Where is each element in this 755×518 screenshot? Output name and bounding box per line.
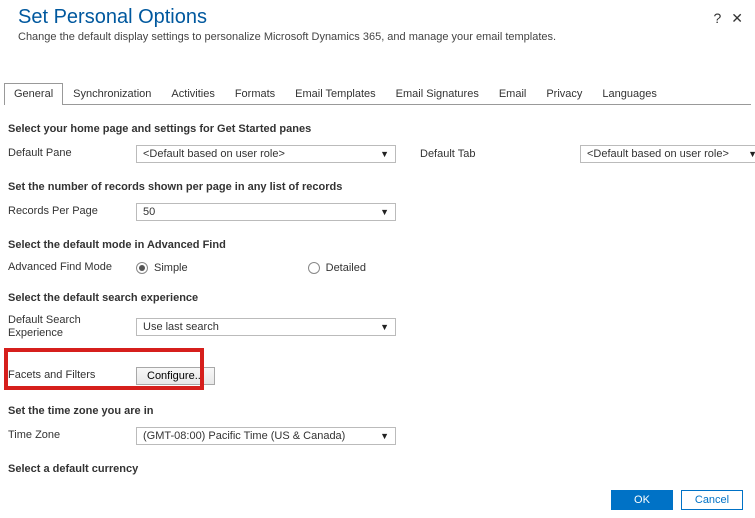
content-panel: Select your home page and settings for G… <box>0 105 755 477</box>
chevron-down-icon: ▼ <box>380 431 389 441</box>
time-zone-label: Time Zone <box>8 429 136 442</box>
dialog-subtitle: Change the default display settings to p… <box>18 31 743 43</box>
default-tab-value: <Default based on user role> <box>587 148 729 160</box>
section-records-title: Set the number of records shown per page… <box>8 181 747 193</box>
time-zone-select[interactable]: (GMT-08:00) Pacific Time (US & Canada) ▼ <box>136 427 396 445</box>
tab-email[interactable]: Email <box>489 83 537 104</box>
tab-synchronization[interactable]: Synchronization <box>63 83 161 104</box>
chevron-down-icon: ▼ <box>380 149 389 159</box>
section-search-title: Select the default search experience <box>8 292 747 304</box>
tab-general[interactable]: General <box>4 83 63 104</box>
default-search-label: Default Search Experience <box>8 314 136 340</box>
radio-simple-label: Simple <box>154 262 188 274</box>
default-search-select[interactable]: Use last search ▼ <box>136 318 396 336</box>
radio-detailed[interactable]: Detailed <box>308 262 366 274</box>
default-tab-label: Default Tab <box>420 148 566 160</box>
section-currency-title: Select a default currency <box>8 463 747 475</box>
chevron-down-icon: ▼ <box>380 207 389 217</box>
section-tz-title: Set the time zone you are in <box>8 405 747 417</box>
default-pane-value: <Default based on user role> <box>143 148 285 160</box>
radio-detailed-label: Detailed <box>326 262 366 274</box>
default-tab-select[interactable]: <Default based on user role> ▼ <box>580 145 755 163</box>
facets-filters-label: Facets and Filters <box>8 369 136 382</box>
default-pane-label: Default Pane <box>8 147 136 160</box>
dialog-footer: OK Cancel <box>611 490 743 510</box>
chevron-down-icon: ▼ <box>380 322 389 332</box>
chevron-down-icon: ▼ <box>748 149 755 159</box>
radio-simple[interactable]: Simple <box>136 262 188 274</box>
tab-email-signatures[interactable]: Email Signatures <box>386 83 489 104</box>
tab-privacy[interactable]: Privacy <box>536 83 592 104</box>
dialog-title: Set Personal Options <box>18 6 743 29</box>
time-zone-value: (GMT-08:00) Pacific Time (US & Canada) <box>143 430 345 442</box>
records-per-page-label: Records Per Page <box>8 205 136 218</box>
dialog-header: Set Personal Options Change the default … <box>0 0 755 47</box>
ok-button[interactable]: OK <box>611 490 673 510</box>
tab-formats[interactable]: Formats <box>225 83 285 104</box>
close-icon[interactable]: ✕ <box>731 10 743 27</box>
tab-email-templates[interactable]: Email Templates <box>285 83 386 104</box>
cancel-button[interactable]: Cancel <box>681 490 743 510</box>
tab-strip: General Synchronization Activities Forma… <box>4 83 751 105</box>
tab-activities[interactable]: Activities <box>161 83 224 104</box>
configure-button[interactable]: Configure... <box>136 367 215 385</box>
section-home-title: Select your home page and settings for G… <box>8 123 747 135</box>
radio-icon <box>136 262 148 274</box>
adv-find-mode-label: Advanced Find Mode <box>8 261 136 274</box>
radio-icon <box>308 262 320 274</box>
section-advfind-title: Select the default mode in Advanced Find <box>8 239 747 251</box>
default-pane-select[interactable]: <Default based on user role> ▼ <box>136 145 396 163</box>
tab-languages[interactable]: Languages <box>592 83 666 104</box>
default-search-value: Use last search <box>143 321 219 333</box>
records-per-page-select[interactable]: 50 ▼ <box>136 203 396 221</box>
help-icon[interactable]: ? <box>713 10 721 27</box>
records-per-page-value: 50 <box>143 206 155 218</box>
